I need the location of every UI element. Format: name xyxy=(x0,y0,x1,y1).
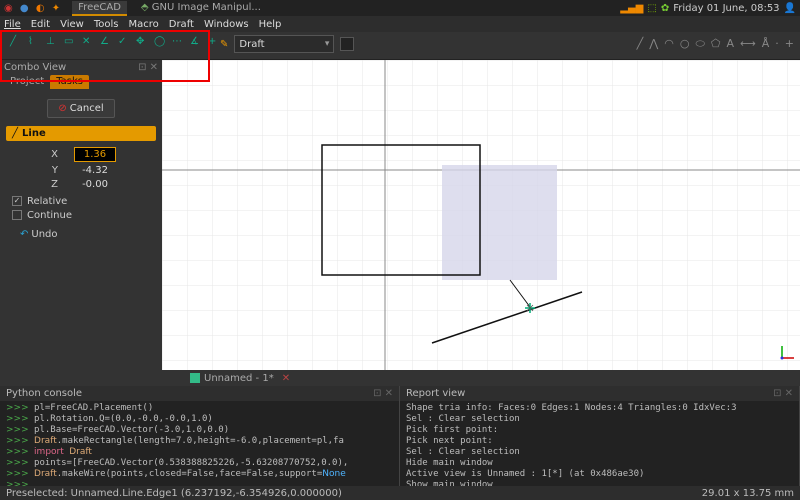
clock[interactable]: Friday 01 June, 08:53 xyxy=(673,3,779,14)
tool-text2[interactable]: A xyxy=(726,37,734,51)
cancel-icon: ⊘ xyxy=(58,103,66,114)
bottom-consoles: Python console ⊡ ✕ >>> pl=FreeCAD.Placem… xyxy=(0,386,800,486)
report-view-body[interactable]: Shape tria info: Faces:0 Edges:1 Nodes:4… xyxy=(400,401,799,486)
menu-draft[interactable]: Draft xyxy=(169,19,194,30)
continue-checkbox[interactable]: Continue xyxy=(12,210,150,221)
grid-canvas xyxy=(162,60,800,370)
task-freecad[interactable]: FreeCAD xyxy=(72,1,127,16)
tool-polyline[interactable]: ⋀ xyxy=(649,37,658,51)
tool-perp[interactable]: ⊥ xyxy=(46,36,57,47)
task-gimp[interactable]: ⬘ GNU Image Manipul... xyxy=(135,1,267,16)
label-z: Z xyxy=(46,179,58,190)
task-header[interactable]: ╱ Line xyxy=(6,126,156,141)
tool-ellipse[interactable]: ⬭ xyxy=(695,37,704,51)
tray-icon-2[interactable]: ✿ xyxy=(661,3,669,14)
tool-circle2[interactable]: ○ xyxy=(680,37,690,51)
toolbar: ╱ ⌇ ⊥ ▭ ✕ ∠ ✓ ✥ ◯ ⋯ ∡ + ✎ Draft▾ ╱ ⋀ ◠ ○… xyxy=(0,32,800,60)
menu-view[interactable]: View xyxy=(60,19,84,30)
document-icon xyxy=(190,373,200,383)
undo-button[interactable]: ↶Undo xyxy=(12,227,66,242)
user-icon[interactable]: 👤 xyxy=(784,3,796,14)
color-swatch[interactable] xyxy=(340,37,354,51)
3d-viewport[interactable] xyxy=(162,60,800,370)
console-title: Report view xyxy=(406,388,465,399)
console-title: Python console xyxy=(6,388,82,399)
tool-angle2[interactable]: ∡ xyxy=(190,36,201,47)
tool-plus[interactable]: + xyxy=(208,36,219,47)
debian-icon[interactable]: ◉ xyxy=(4,3,13,14)
firefox-icon[interactable]: ◐ xyxy=(36,3,45,14)
tool-line[interactable]: ╱ xyxy=(10,36,21,47)
tool-wire[interactable]: ⌇ xyxy=(28,36,39,47)
combo-view-panel: Combo View ⊡ ✕ Project Tasks ⊘Cancel ╱ L… xyxy=(0,60,162,370)
close-tab-icon[interactable]: ✕ xyxy=(282,373,290,384)
tool-point2[interactable]: · xyxy=(775,37,779,51)
input-x[interactable]: 1.36 xyxy=(74,147,116,162)
workbench-row: ✎ Draft▾ xyxy=(220,35,354,53)
tool-dim2[interactable]: ⟷ xyxy=(740,37,756,51)
blender-icon[interactable]: ✦ xyxy=(52,3,60,14)
network-icon[interactable]: ▂▄▆ xyxy=(620,3,643,14)
draft-tools-row: ╱ ⌇ ⊥ ▭ ✕ ∠ ✓ ✥ ◯ ⋯ ∡ + xyxy=(10,36,219,47)
os-launcher-icons[interactable]: ◉ ● ◐ ✦ xyxy=(4,3,64,14)
tool-circle[interactable]: ◯ xyxy=(154,36,165,47)
python-console-body[interactable]: >>> pl=FreeCAD.Placement() >>> pl.Rotati… xyxy=(0,401,399,486)
report-view: Report view ⊡ ✕ Shape tria info: Faces:0… xyxy=(400,386,800,486)
label-y: Y xyxy=(46,165,58,176)
menu-help[interactable]: Help xyxy=(259,19,282,30)
chevron-down-icon: ▾ xyxy=(325,39,330,49)
globe-icon[interactable]: ● xyxy=(20,3,29,14)
tab-tasks[interactable]: Tasks xyxy=(50,75,89,89)
python-console: Python console ⊡ ✕ >>> pl=FreeCAD.Placem… xyxy=(0,386,400,486)
tool-dots[interactable]: ⋯ xyxy=(172,36,183,47)
status-preselection: Preselected: Unnamed.Line.Edge1 (6.23719… xyxy=(6,488,342,499)
combo-tabs: Project Tasks xyxy=(0,75,162,89)
menu-edit[interactable]: Edit xyxy=(31,19,50,30)
input-y[interactable]: -4.32 xyxy=(74,165,116,176)
tool-add[interactable]: + xyxy=(785,37,794,51)
menu-file[interactable]: File xyxy=(4,19,21,30)
os-taskbar: ◉ ● ◐ ✦ FreeCAD ⬘ GNU Image Manipul... ▂… xyxy=(0,0,800,16)
tool-cross[interactable]: ✕ xyxy=(82,36,93,47)
checkbox-icon: ✓ xyxy=(12,196,22,206)
menu-tools[interactable]: Tools xyxy=(94,19,119,30)
tool-move[interactable]: ✥ xyxy=(136,36,147,47)
status-dimensions: 29.01 x 13.75 mm xyxy=(702,488,794,499)
system-tray: ▂▄▆ ⬚ ✿ Friday 01 June, 08:53 👤 xyxy=(620,3,796,14)
tool-rect[interactable]: ▭ xyxy=(64,36,75,47)
menu-macro[interactable]: Macro xyxy=(128,19,158,30)
tool-line2[interactable]: ╱ xyxy=(637,37,644,51)
line-icon: ╱ xyxy=(12,128,18,139)
tab-project[interactable]: Project xyxy=(4,75,50,89)
panel-close-icon[interactable]: ⊡ ✕ xyxy=(138,62,158,73)
menu-bar: File Edit View Tools Macro Draft Windows… xyxy=(0,16,800,32)
cancel-button[interactable]: ⊘Cancel xyxy=(47,99,114,118)
workbench-selector[interactable]: Draft▾ xyxy=(234,35,334,53)
tool-text3[interactable]: Å xyxy=(762,37,770,51)
geometry-tools: ╱ ⋀ ◠ ○ ⬭ ⬠ A ⟷ Å · + xyxy=(637,37,794,51)
menu-windows[interactable]: Windows xyxy=(204,19,249,30)
tool-arc2[interactable]: ◠ xyxy=(664,37,674,51)
status-bar: Preselected: Unnamed.Line.Edge1 (6.23719… xyxy=(0,486,800,500)
tool-angle[interactable]: ∠ xyxy=(100,36,111,47)
tool-check[interactable]: ✓ xyxy=(118,36,129,47)
input-z[interactable]: -0.00 xyxy=(74,179,116,190)
coord-inputs: X 1.36 Y -4.32 Z -0.00 xyxy=(10,147,152,190)
combo-title: Combo View xyxy=(4,62,66,73)
panel-controls[interactable]: ⊡ ✕ xyxy=(373,388,393,399)
tray-icon[interactable]: ⬚ xyxy=(647,3,656,14)
draft-color-icon[interactable]: ✎ xyxy=(220,39,228,50)
panel-controls[interactable]: ⊡ ✕ xyxy=(773,388,793,399)
relative-checkbox[interactable]: ✓Relative xyxy=(12,196,150,207)
undo-icon: ↶ xyxy=(20,229,28,240)
label-x: X xyxy=(46,149,58,160)
tool-polygon[interactable]: ⬠ xyxy=(711,37,721,51)
checkbox-icon xyxy=(12,210,22,220)
document-tab[interactable]: Unnamed - 1* ✕ xyxy=(184,370,296,386)
taskbar-tasks: FreeCAD ⬘ GNU Image Manipul... xyxy=(72,1,267,16)
